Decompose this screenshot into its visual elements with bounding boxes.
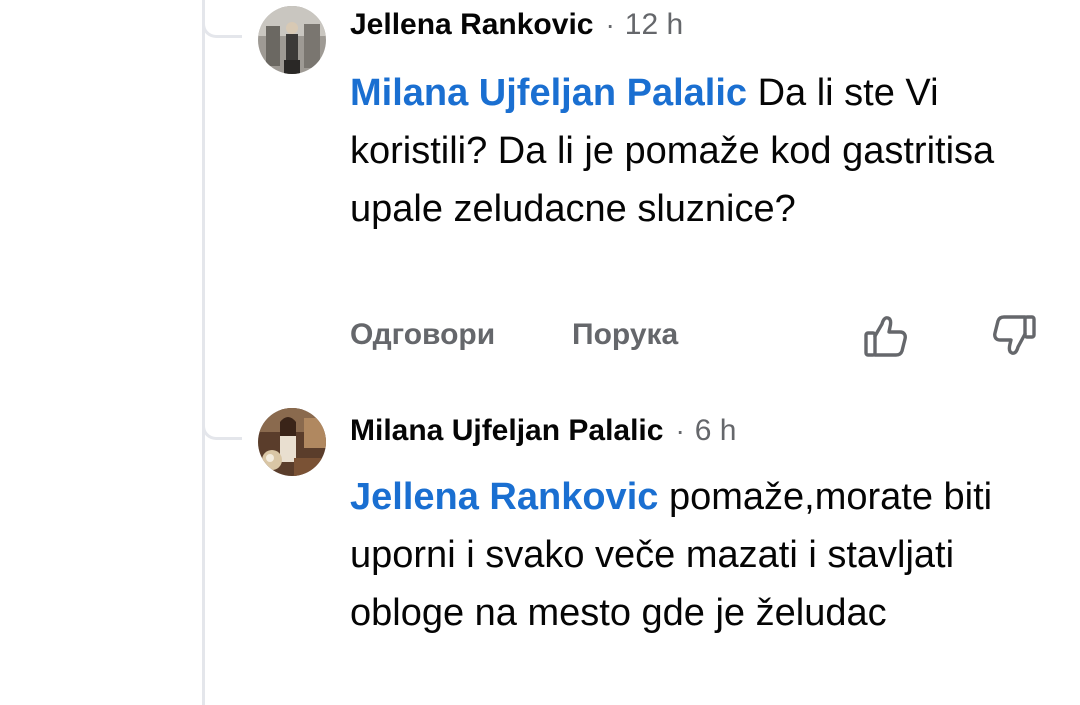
timestamp[interactable]: 12 h	[625, 8, 683, 42]
timestamp[interactable]: 6 h	[695, 414, 737, 448]
comment-text: Milana Ujfeljan Palalic Da li ste Vi kor…	[350, 64, 1040, 238]
avatar[interactable]	[258, 6, 326, 74]
reply-connector	[202, 10, 242, 38]
comment-text: Jellena Rankovic pomaže,morate biti upor…	[350, 468, 1040, 642]
reply-button[interactable]: Одговори	[350, 310, 495, 360]
message-button[interactable]: Порука	[572, 310, 678, 360]
reply-connector	[202, 412, 242, 440]
separator-dot: ·	[605, 9, 615, 40]
mention-link[interactable]: Milana Ujfeljan Palalic	[350, 72, 747, 114]
avatar[interactable]	[258, 408, 326, 476]
comment-header: Milana Ujfeljan Palalic · 6 h	[350, 414, 737, 448]
comment-actions: Одговори Порука	[350, 310, 1040, 360]
thumbs-down-icon[interactable]	[990, 312, 1038, 360]
mention-link[interactable]: Jellena Rankovic	[350, 476, 658, 518]
author-name[interactable]: Milana Ujfeljan Palalic	[350, 414, 663, 448]
thumbs-up-icon[interactable]	[862, 312, 910, 360]
author-name[interactable]: Jellena Rankovic	[350, 8, 593, 42]
comment-header: Jellena Rankovic · 12 h	[350, 8, 683, 42]
thread-line	[202, 0, 205, 705]
separator-dot: ·	[675, 415, 685, 446]
